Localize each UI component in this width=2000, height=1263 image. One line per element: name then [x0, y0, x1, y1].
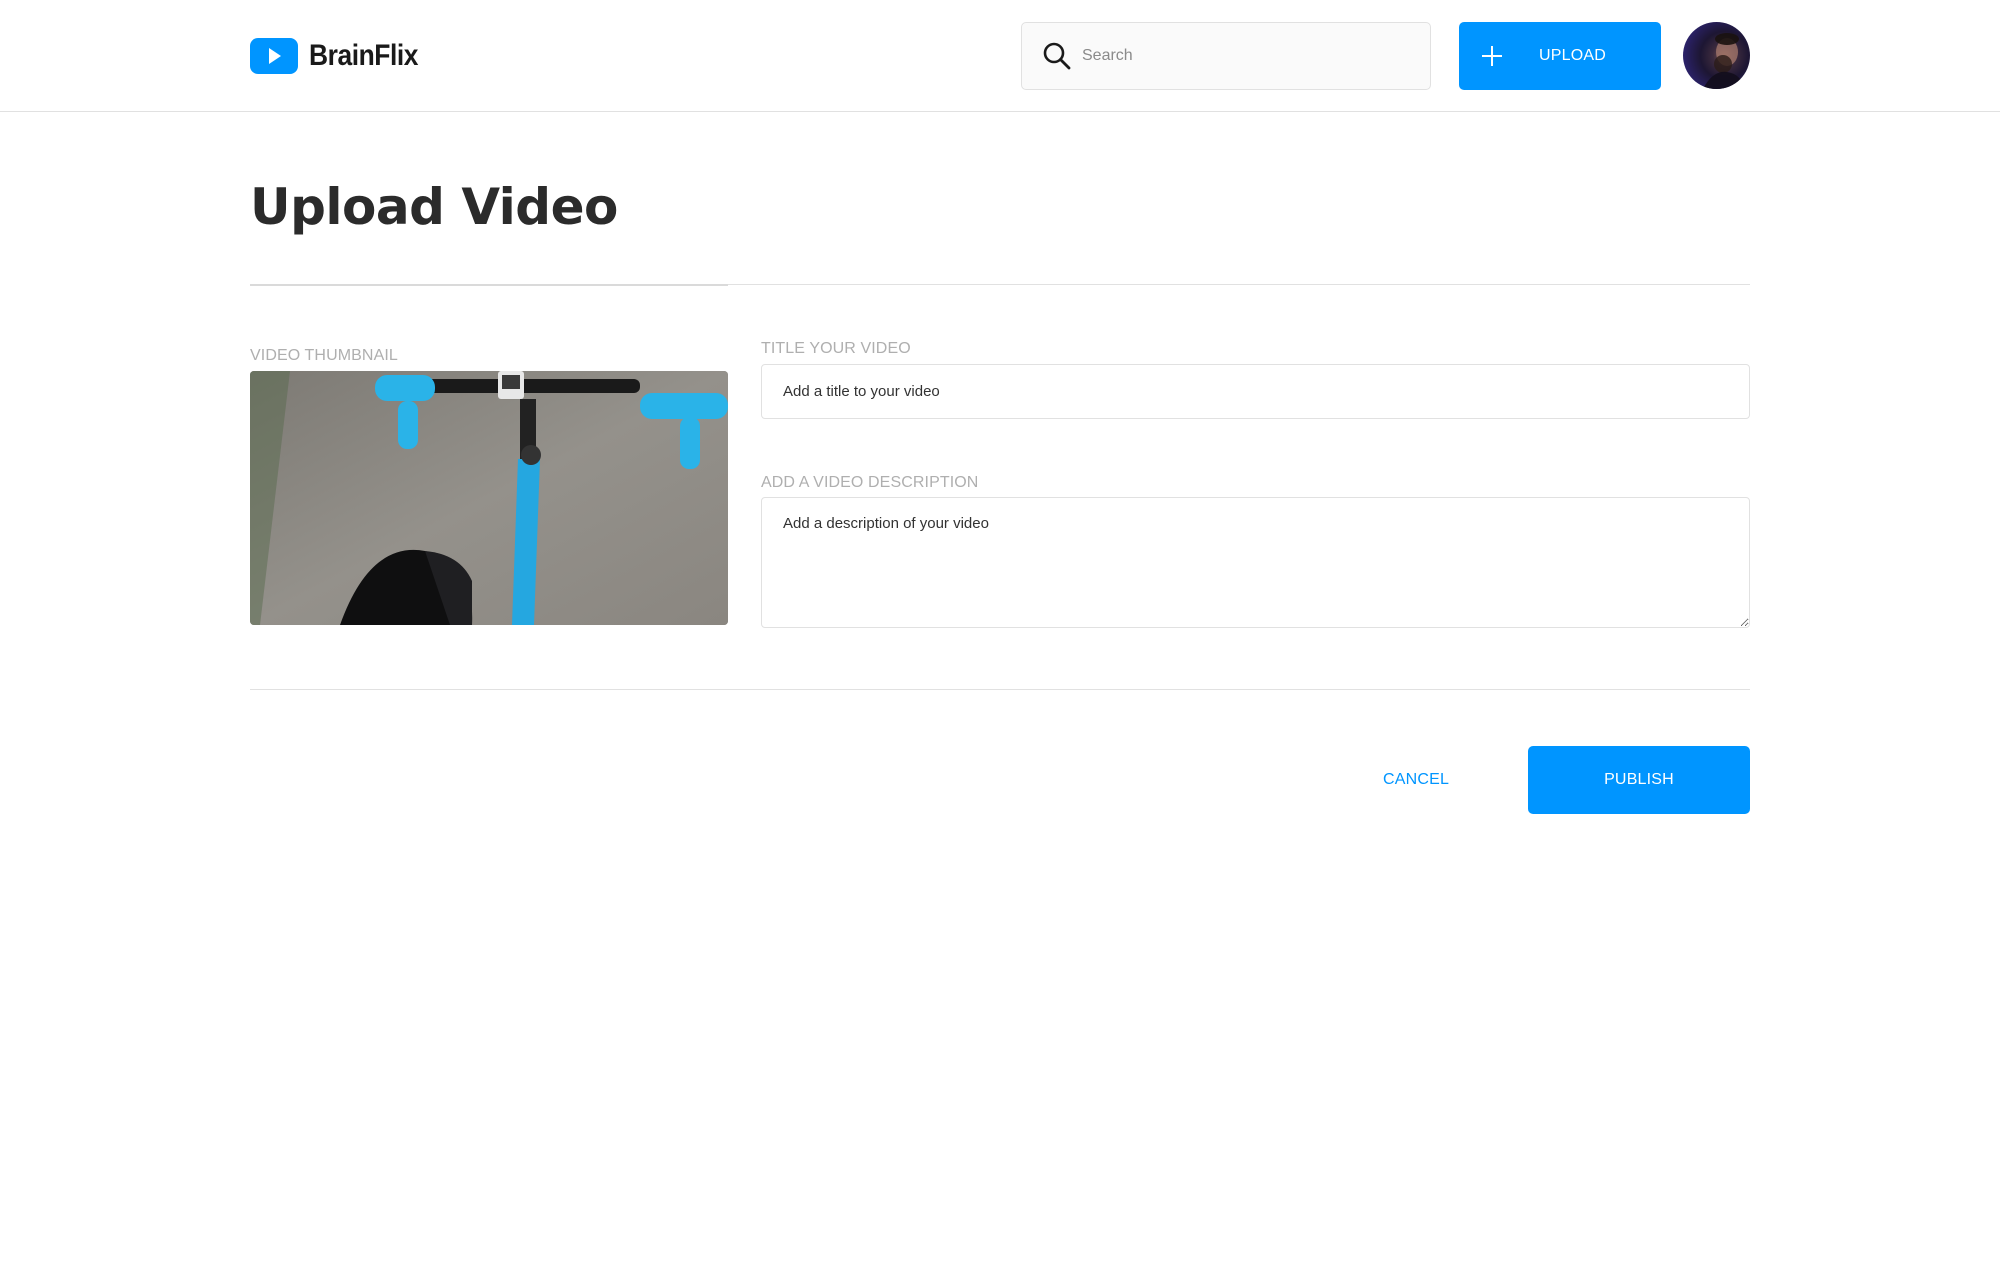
- divider-accent: [250, 284, 728, 286]
- site-header: BrainFlix UPLOAD: [0, 0, 2000, 112]
- search-input[interactable]: [1082, 47, 1412, 65]
- description-label: ADD A VIDEO DESCRIPTION: [761, 474, 979, 491]
- play-icon: [250, 38, 298, 74]
- logo-text: BrainFlix: [309, 39, 419, 72]
- search-box[interactable]: [1021, 22, 1431, 90]
- cancel-button[interactable]: CANCEL: [1346, 746, 1486, 814]
- avatar[interactable]: [1683, 22, 1750, 89]
- brainflix-logo[interactable]: BrainFlix: [250, 37, 433, 75]
- thumbnail-label: VIDEO THUMBNAIL: [250, 347, 398, 364]
- publish-button[interactable]: PUBLISH: [1528, 746, 1750, 814]
- plus-icon: [1482, 46, 1502, 66]
- divider: [250, 689, 1750, 690]
- title-label: TITLE YOUR VIDEO: [761, 340, 911, 357]
- avatar-image: [1703, 33, 1745, 89]
- upload-button[interactable]: UPLOAD: [1459, 22, 1661, 90]
- video-description-input[interactable]: [761, 497, 1750, 628]
- search-icon: [1043, 42, 1071, 70]
- video-thumbnail: [250, 371, 728, 625]
- bike-handlebar-image: [250, 371, 728, 625]
- video-title-input[interactable]: [761, 364, 1750, 419]
- upload-button-label: UPLOAD: [1539, 47, 1606, 64]
- page-title: Upload Video: [250, 178, 618, 236]
